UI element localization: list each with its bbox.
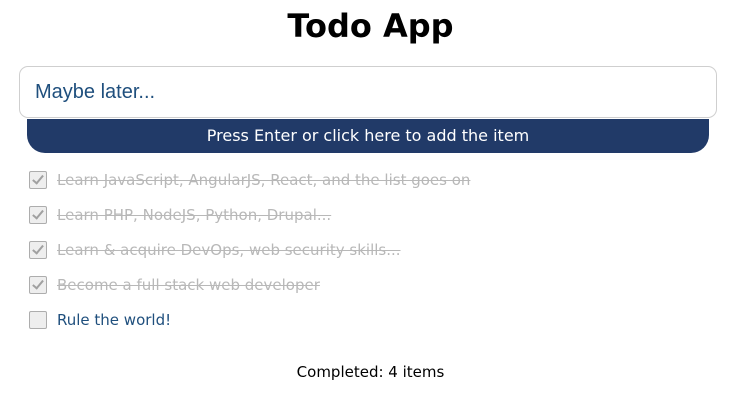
todo-item[interactable]: Learn & acquire DevOps, web security ski… [29, 232, 470, 267]
todo-checkbox[interactable] [29, 240, 47, 259]
todo-checkbox[interactable] [29, 205, 47, 224]
todo-label: Rule the world! [57, 310, 172, 329]
todo-checkbox[interactable] [29, 275, 47, 294]
todo-checkbox[interactable] [29, 170, 47, 189]
todo-item[interactable]: Learn JavaScript, AngularJS, React, and … [29, 162, 470, 197]
new-todo-input[interactable] [19, 66, 717, 118]
todo-item[interactable]: Become a full stack web developer [29, 267, 470, 302]
todo-item[interactable]: Learn PHP, NodeJS, Python, Drupal... [29, 197, 470, 232]
completed-count: Completed: 4 items [296, 363, 445, 381]
todo-label: Learn & acquire DevOps, web security ski… [57, 240, 401, 259]
todo-label: Become a full stack web developer [57, 275, 320, 294]
page-title: Todo App [287, 7, 454, 45]
todo-item[interactable]: Rule the world! [29, 302, 470, 337]
add-item-button[interactable]: Press Enter or click here to add the ite… [27, 119, 709, 153]
todo-label: Learn JavaScript, AngularJS, React, and … [57, 170, 471, 189]
todo-label: Learn PHP, NodeJS, Python, Drupal... [57, 205, 332, 224]
todo-list: Learn JavaScript, AngularJS, React, and … [29, 162, 470, 337]
todo-checkbox[interactable] [29, 310, 47, 329]
